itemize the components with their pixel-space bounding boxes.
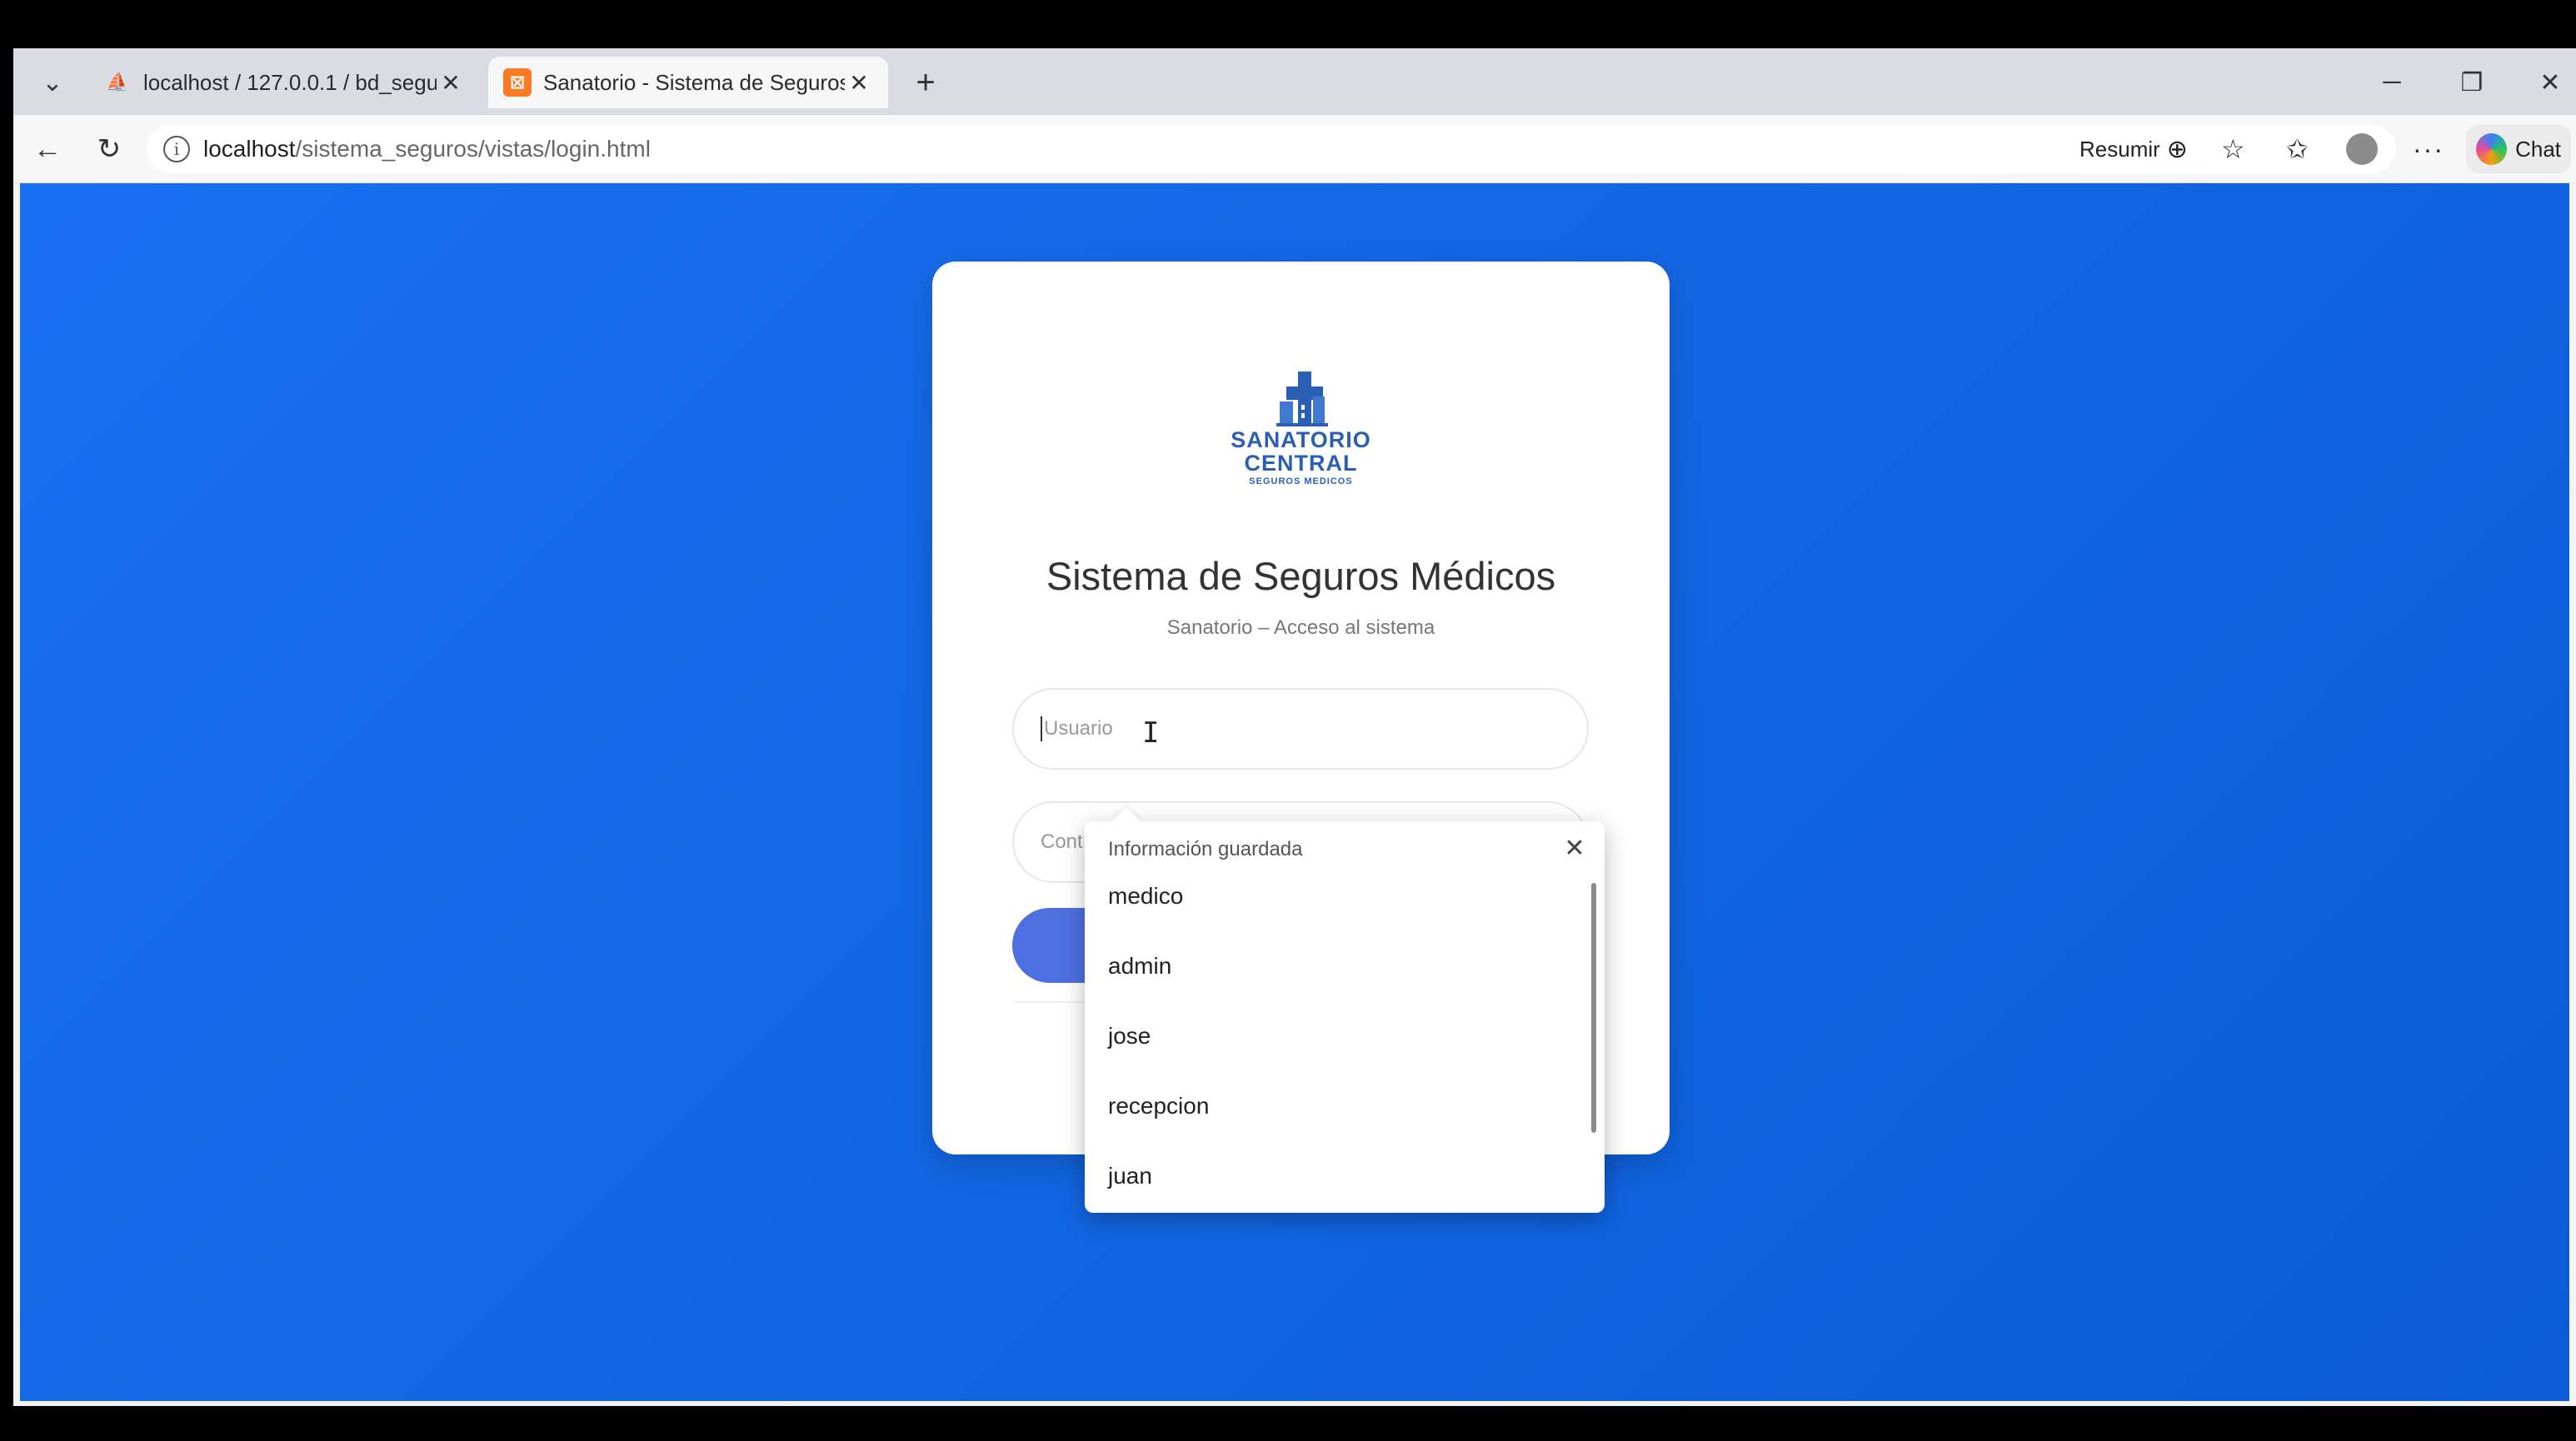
sanatorio-logo: SANATORIO CENTRAL SEGUROS MEDICOS bbox=[1216, 368, 1386, 501]
url-host: localhost bbox=[203, 136, 296, 162]
url-path: /sistema_seguros/vistas/login.html bbox=[295, 136, 651, 162]
phpmyadmin-icon: ⛵ bbox=[106, 72, 129, 92]
autofill-item[interactable]: recepcion bbox=[1108, 1093, 1209, 1119]
logo-line-1: SANATORIO bbox=[1231, 427, 1371, 452]
username-placeholder: Usuario bbox=[1044, 717, 1113, 740]
letterbox-top bbox=[0, 0, 2576, 10]
browser-window: ⌄ ⛵ localhost / 127.0.0.1 / bd_seguros ✕… bbox=[13, 48, 2576, 1406]
autofill-header: Información guardada bbox=[1108, 838, 1303, 860]
reload-icon[interactable]: ↻ bbox=[87, 127, 132, 172]
summarize-icon: ⊕ bbox=[2166, 135, 2188, 163]
summarize-label: Resumir bbox=[2079, 136, 2160, 162]
page-title: Sistema de Seguros Médicos bbox=[1046, 554, 1556, 598]
avatar-icon bbox=[2346, 133, 2378, 165]
autofill-dropdown: Información guardada ✕ medico admin jose… bbox=[1085, 807, 1605, 1213]
address-bar[interactable]: i localhost/sistema_seguros/vistas/login… bbox=[147, 125, 2396, 173]
tab-phpmyadmin[interactable]: ⛵ localhost / 127.0.0.1 / bd_seguros ✕ bbox=[88, 57, 480, 108]
more-menu-icon[interactable]: ··· bbox=[2413, 125, 2444, 173]
copilot-icon bbox=[2476, 133, 2508, 165]
tab-title: localhost / 127.0.0.1 / bd_seguros bbox=[143, 69, 437, 95]
profile-button[interactable] bbox=[2346, 125, 2378, 173]
site-info-icon[interactable]: i bbox=[163, 136, 190, 162]
window-close-icon[interactable]: ✕ bbox=[2521, 60, 2576, 105]
ibeam-cursor-icon: I bbox=[1142, 716, 1160, 750]
xampp-icon: ⊠ bbox=[503, 68, 532, 97]
tab-title: Sanatorio - Sistema de Seguros bbox=[543, 69, 845, 95]
browser-toolbar: ← ↻ i localhost/sistema_seguros/vistas/l… bbox=[13, 115, 2576, 183]
autofill-item[interactable]: medico bbox=[1108, 883, 1183, 910]
tab-strip: ⌄ ⛵ localhost / 127.0.0.1 / bd_seguros ✕… bbox=[13, 48, 2576, 115]
copilot-chat-button[interactable]: Chat bbox=[2466, 125, 2571, 173]
letterbox-bottom bbox=[0, 1406, 2576, 1441]
tab-actions-chevron-icon[interactable]: ⌄ bbox=[30, 60, 75, 105]
favorite-star-icon[interactable]: ☆ bbox=[2221, 125, 2245, 173]
back-arrow-icon[interactable]: ← bbox=[25, 127, 70, 172]
close-tab-icon[interactable]: ✕ bbox=[845, 69, 873, 97]
favorites-list-icon[interactable]: ✩ bbox=[2286, 125, 2309, 173]
page-subtitle: Sanatorio – Acceso al sistema bbox=[1166, 616, 1435, 639]
autofill-item[interactable]: admin bbox=[1108, 953, 1171, 980]
close-icon[interactable]: ✕ bbox=[1558, 831, 1591, 865]
page-viewport: SANATORIO CENTRAL SEGUROS MEDICOS Sistem… bbox=[20, 183, 2569, 1401]
autofill-item[interactable]: juan bbox=[1108, 1163, 1152, 1189]
scrollbar-thumb[interactable] bbox=[1591, 883, 1596, 1133]
password-placeholder: Cont bbox=[1041, 830, 1083, 853]
close-tab-icon[interactable]: ✕ bbox=[437, 69, 465, 97]
minimize-icon[interactable]: ─ bbox=[2363, 60, 2421, 105]
username-input[interactable]: Usuario bbox=[1012, 688, 1589, 770]
logo-line-3: SEGUROS MEDICOS bbox=[1249, 476, 1353, 486]
new-tab-plus-icon[interactable]: + bbox=[905, 62, 946, 103]
building-cross-icon bbox=[1276, 371, 1328, 426]
summarize-button[interactable]: Resumir ⊕ bbox=[2079, 125, 2188, 173]
logo-line-2: CENTRAL bbox=[1244, 451, 1358, 476]
chat-label: Chat bbox=[2515, 136, 2561, 162]
restore-icon[interactable]: ❐ bbox=[2443, 60, 2501, 105]
tab-sanatorio[interactable]: ⊠ Sanatorio - Sistema de Seguros ✕ bbox=[488, 57, 888, 108]
autofill-item[interactable]: jose bbox=[1108, 1023, 1151, 1050]
text-caret bbox=[1041, 716, 1042, 741]
